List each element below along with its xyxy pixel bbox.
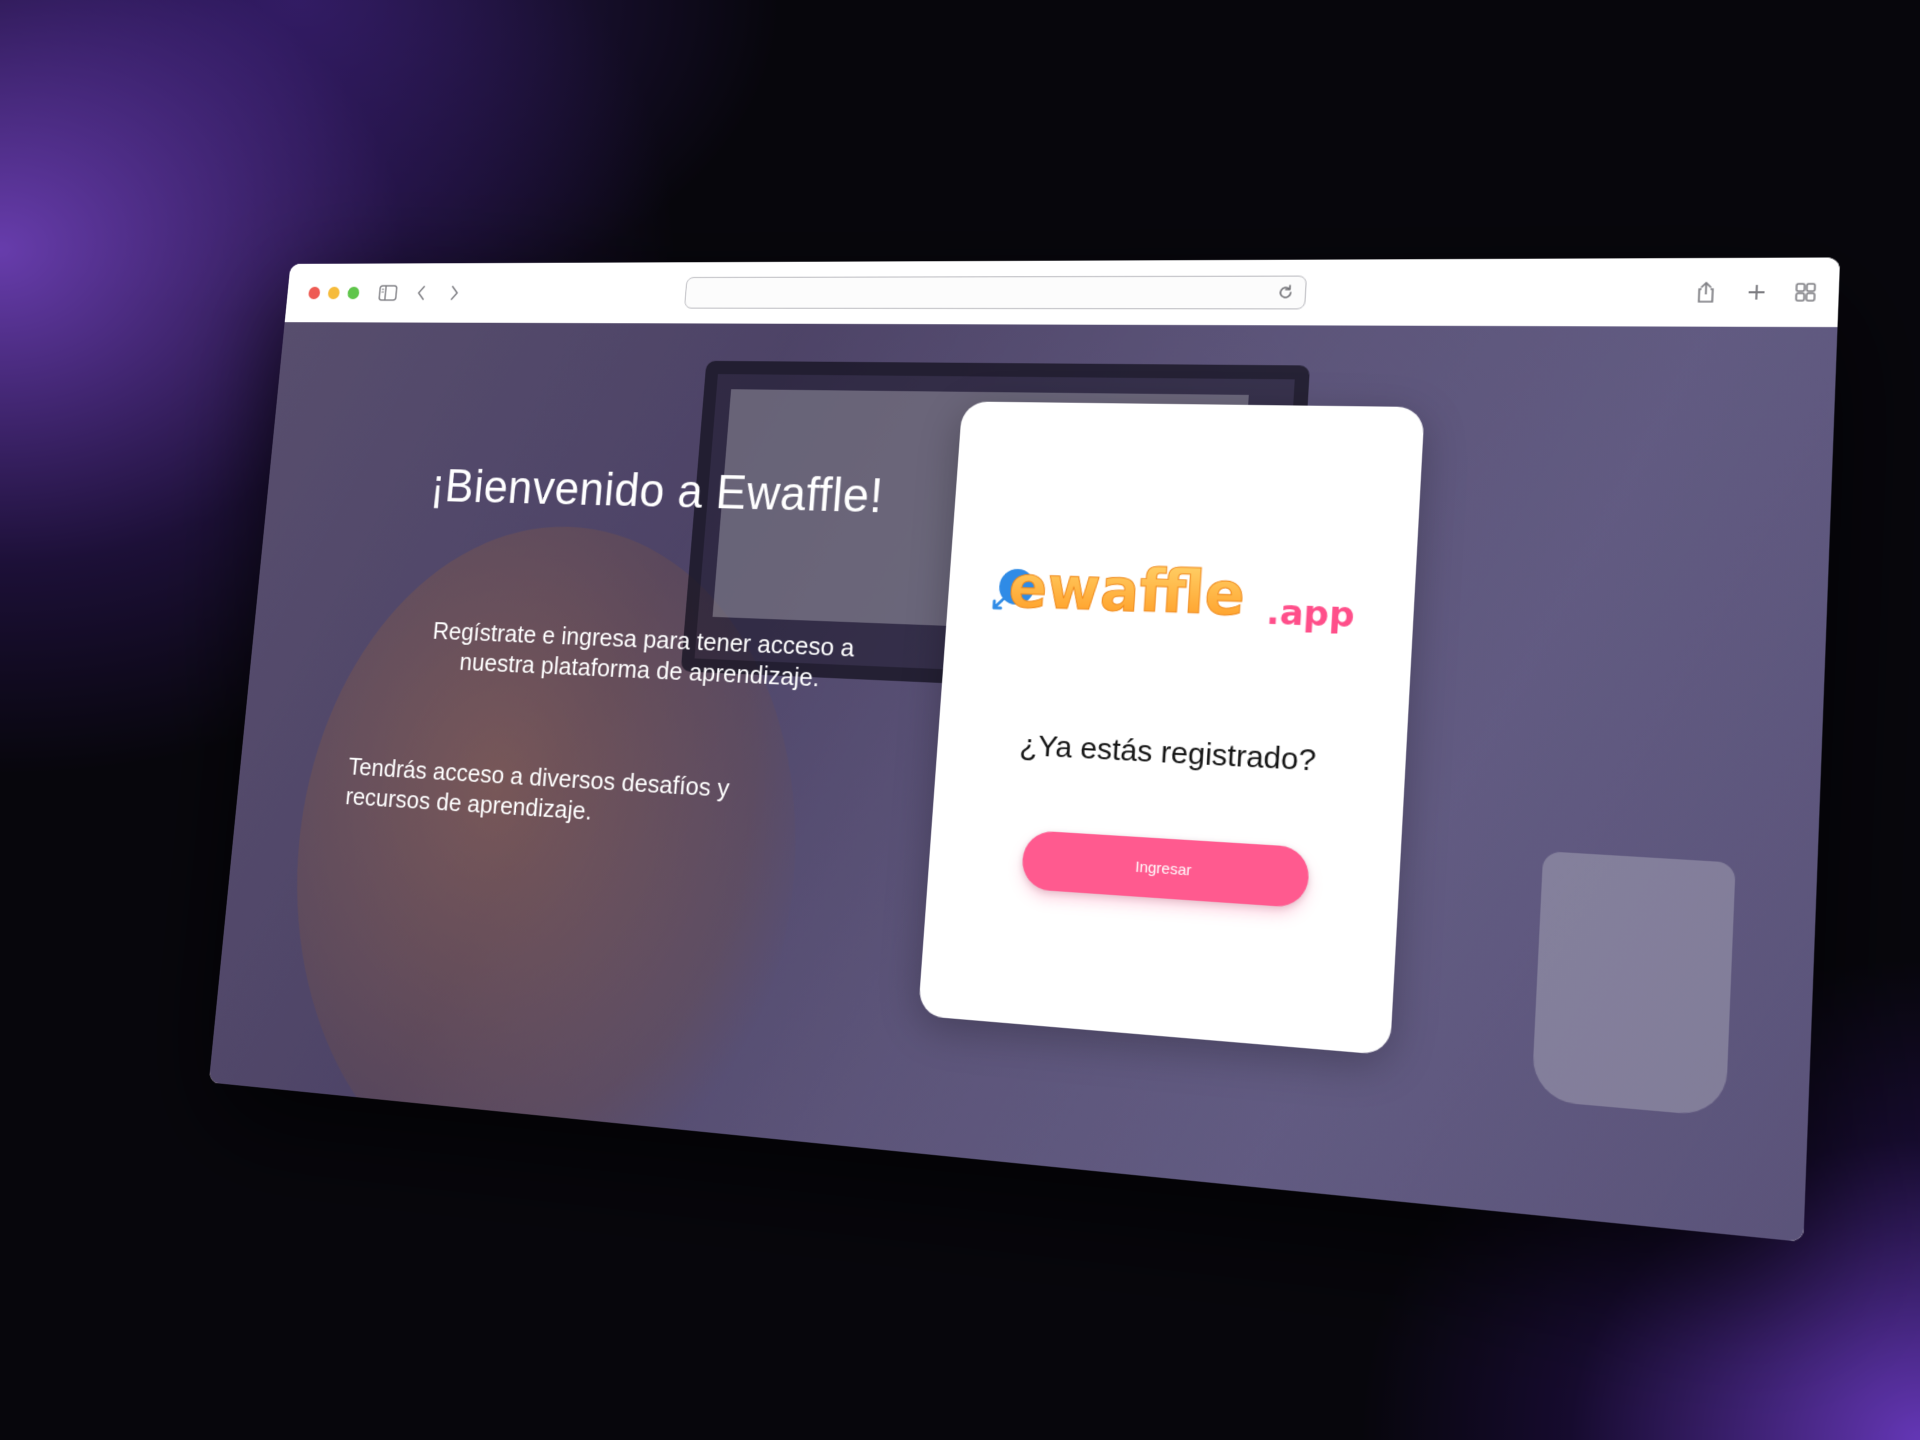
share-icon[interactable] [1691,279,1721,306]
login-card: ewaffle .app ¿Ya estás registrado? Ingre… [917,401,1425,1056]
background-photo-mug [1531,851,1736,1118]
sidebar-icon[interactable] [376,281,400,304]
reload-icon[interactable] [1276,284,1295,302]
address-bar[interactable] [684,275,1308,310]
logo-main-text: ewaffle [1007,554,1247,629]
maximize-window-button[interactable] [347,286,360,300]
browser-toolbar [284,257,1841,329]
page-content: ¡Bienvenido a Ewaffle! Regístrate e ingr… [208,322,1838,1243]
logo-cursor-icon [994,598,1004,608]
scene: ¡Bienvenido a Ewaffle! Regístrate e ingr… [0,0,1920,1440]
ewaffle-logo: ewaffle .app [985,554,1356,636]
registered-question: ¿Ya estás registrado? [1018,728,1317,778]
close-window-button[interactable] [307,286,321,300]
minimize-window-button[interactable] [327,286,341,300]
logo-suffix-text: .app [1265,592,1355,636]
tab-overview-icon[interactable] [1790,279,1821,306]
login-button[interactable]: Ingresar [1020,829,1311,909]
browser-window: ¡Bienvenido a Ewaffle! Regístrate e ingr… [208,257,1841,1243]
window-controls [307,286,360,300]
forward-icon[interactable] [443,281,467,304]
welcome-title: ¡Bienvenido a Ewaffle! [428,459,886,523]
new-tab-icon[interactable] [1741,279,1772,306]
back-icon[interactable] [409,281,433,304]
